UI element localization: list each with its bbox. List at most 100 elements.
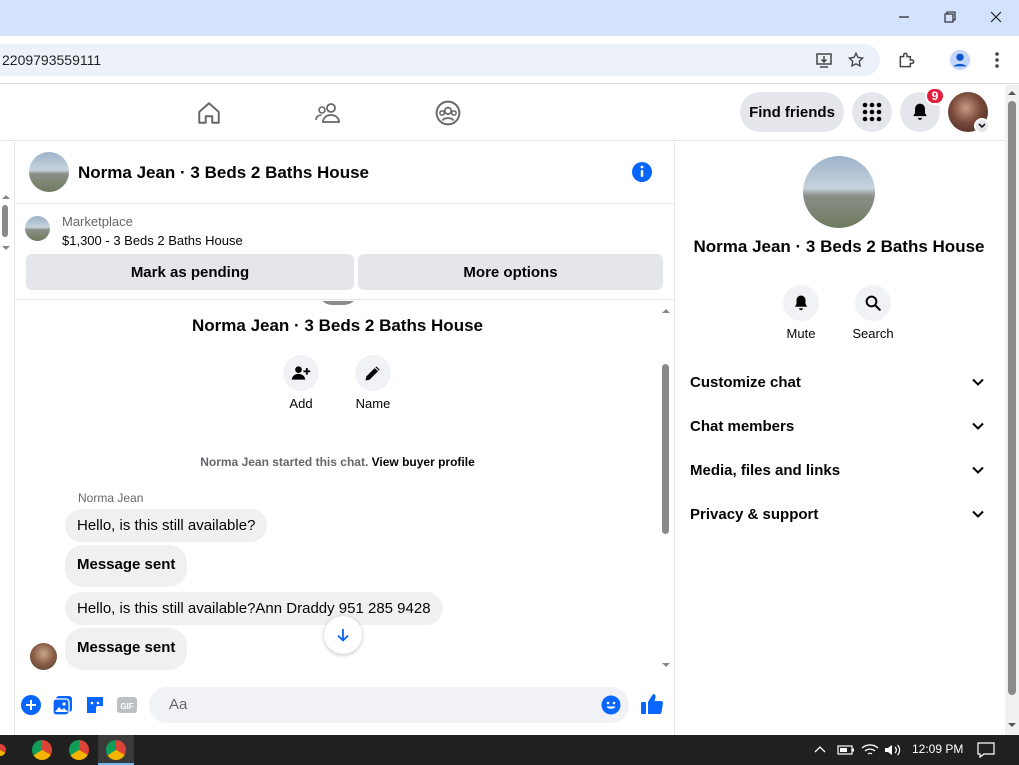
restore-icon (944, 11, 956, 23)
menu-button[interactable] (852, 92, 892, 132)
notification-badge: 9 (925, 87, 945, 105)
privacy-support-row[interactable]: Privacy & support (690, 494, 990, 534)
chat-started-notice: Norma Jean started this chat. View buyer… (15, 455, 660, 469)
chrome-taskbar-icon[interactable] (0, 740, 10, 760)
message-bubble[interactable]: Message sent (65, 545, 188, 587)
chrome-taskbar-icon[interactable] (32, 740, 52, 760)
thumbs-up-icon (641, 694, 664, 715)
tray-expand-button[interactable] (813, 743, 827, 762)
message-input[interactable]: Aa (149, 687, 629, 723)
chat-bubble-icon (977, 742, 995, 759)
marketplace-label: Marketplace (62, 214, 133, 229)
home-nav[interactable] (189, 95, 229, 131)
star-icon (847, 51, 865, 68)
photo-icon (52, 696, 72, 716)
listing-title[interactable]: $1,300 - 3 Beds 2 Baths House (62, 233, 243, 248)
scroll-to-bottom-button[interactable] (324, 616, 362, 654)
kebab-menu-icon (995, 52, 999, 68)
groups-icon (435, 100, 461, 126)
battery-icon (837, 745, 854, 755)
like-button[interactable] (640, 692, 664, 721)
battery-tray-icon[interactable] (837, 743, 855, 762)
pencil-icon (365, 366, 380, 381)
more-actions-button[interactable] (20, 694, 42, 721)
chevron-down-icon (972, 422, 984, 430)
mark-as-pending-button[interactable]: Mark as pending (26, 254, 354, 290)
profile-button[interactable] (944, 44, 976, 76)
browser-toolbar: 2209793559111 (0, 36, 1019, 84)
message-scrollbar[interactable] (659, 304, 673, 672)
page-scrollbar[interactable] (1005, 85, 1019, 735)
grid-menu-icon (862, 102, 882, 122)
sticker-button[interactable] (84, 694, 106, 721)
message-bubble[interactable]: Hello, is this still available?Ann Dradd… (65, 592, 443, 625)
friends-nav[interactable] (309, 95, 349, 131)
message-composer: GIF Aa (14, 684, 675, 730)
install-app-button[interactable] (808, 44, 840, 76)
profile-icon (949, 49, 971, 71)
mute-button[interactable] (783, 285, 819, 321)
close-window-button[interactable] (973, 0, 1019, 34)
chrome-taskbar-icon[interactable] (69, 740, 89, 760)
close-icon (990, 11, 1002, 23)
section-label: Media, files and links (690, 461, 841, 479)
volume-tray-icon[interactable] (884, 743, 902, 762)
message-bubble[interactable]: Message sent (65, 628, 188, 670)
search-conversation-button[interactable] (855, 285, 891, 321)
groups-nav[interactable] (428, 95, 468, 131)
add-people-button[interactable] (283, 355, 319, 391)
conversation-panel: Norma Jean · 3 Beds 2 Baths House Market… (14, 142, 675, 736)
network-tray-icon[interactable] (861, 743, 879, 762)
info-panel-avatar[interactable] (803, 156, 875, 228)
bookmark-button[interactable] (840, 44, 872, 76)
chevron-down-icon (972, 510, 984, 518)
marketplace-listing-bar: Marketplace $1,300 - 3 Beds 2 Baths Hous… (15, 204, 675, 300)
install-icon (816, 53, 832, 68)
chrome-menu-button[interactable] (981, 44, 1013, 76)
emoji-button[interactable] (601, 695, 621, 720)
notification-center-button[interactable] (977, 742, 995, 763)
emoji-icon (601, 695, 621, 715)
customize-chat-row[interactable]: Customize chat (690, 362, 990, 402)
restore-button[interactable] (927, 0, 973, 34)
sender-name: Norma Jean (78, 491, 144, 505)
address-bar[interactable]: 2209793559111 (0, 44, 880, 76)
chevron-down-icon (972, 466, 984, 474)
view-buyer-profile-link[interactable]: View buyer profile (372, 455, 475, 469)
media-files-links-row[interactable]: Media, files and links (690, 450, 990, 490)
info-panel-title: Norma Jean · 3 Beds 2 Baths House (693, 237, 985, 256)
chevron-down-icon (972, 378, 984, 386)
add-label: Add (289, 396, 313, 411)
svg-text:GIF: GIF (120, 702, 133, 711)
message-bubble[interactable]: Hello, is this still available? (65, 509, 268, 542)
chevron-down-icon (978, 123, 986, 129)
sender-avatar[interactable] (30, 643, 57, 670)
left-scrollbar[interactable] (0, 190, 12, 260)
section-label: Customize chat (690, 373, 801, 391)
chrome-taskbar-icon[interactable] (106, 740, 126, 760)
plus-circle-icon (21, 695, 41, 715)
chat-started-text: Norma Jean started this chat. (200, 455, 369, 469)
conversation-header: Norma Jean · 3 Beds 2 Baths House (15, 142, 675, 204)
name-button[interactable] (355, 355, 391, 391)
account-menu-button[interactable] (974, 118, 990, 134)
gif-button[interactable]: GIF (116, 695, 138, 720)
chevron-up-icon (814, 746, 826, 753)
extensions-button[interactable] (891, 44, 923, 76)
minimize-button[interactable] (881, 0, 927, 34)
scrollbar-icon (1008, 91, 1016, 727)
more-options-button[interactable]: More options (358, 254, 663, 290)
browser-title-bar (0, 0, 1019, 36)
conversation-title[interactable]: Norma Jean · 3 Beds 2 Baths House (78, 163, 369, 183)
clock[interactable]: 12:09 PM (912, 742, 963, 756)
find-friends-button[interactable]: Find friends (740, 92, 844, 132)
conversation-avatar[interactable] (29, 152, 69, 192)
chat-members-row[interactable]: Chat members (690, 406, 990, 446)
url-text[interactable]: 2209793559111 (2, 52, 101, 68)
attach-photo-button[interactable] (52, 694, 74, 721)
bell-icon (795, 295, 807, 311)
add-person-icon (291, 366, 311, 380)
listing-thumbnail[interactable] (25, 216, 50, 241)
conversation-info-button[interactable] (631, 161, 653, 183)
speaker-icon (885, 744, 901, 756)
